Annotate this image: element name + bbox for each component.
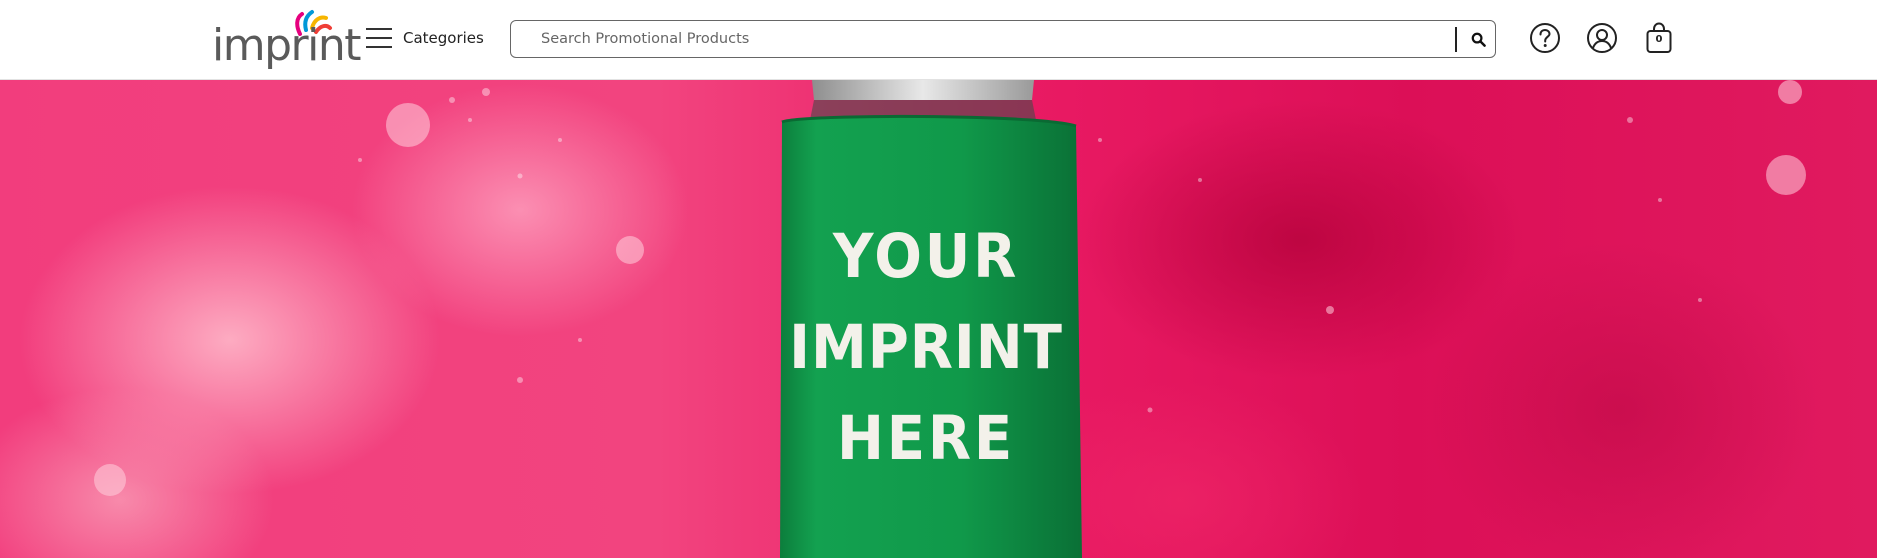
- search-button[interactable]: [1461, 23, 1495, 55]
- user-circle-icon: [1587, 23, 1617, 53]
- hamburger-menu-icon: [366, 28, 392, 48]
- hero-banner[interactable]: YOUR IMPRINT HERE: [0, 80, 1877, 558]
- cart-button[interactable]: 0: [1642, 20, 1676, 56]
- categories-menu-button[interactable]: Categories: [365, 24, 484, 52]
- site-header: imprint Categories Search Promotional Pr…: [0, 0, 1877, 80]
- search-icon: [1471, 32, 1486, 47]
- account-button[interactable]: [1585, 20, 1619, 56]
- imprint-text-line-2: IMPRINT: [789, 312, 1063, 383]
- logo-text: imprint: [212, 20, 361, 71]
- cart-count-badge: 0: [1655, 34, 1663, 45]
- imprint-text-line-3: HERE: [837, 403, 1015, 474]
- search-bar: [510, 20, 1496, 58]
- search-input[interactable]: [512, 22, 1452, 56]
- categories-label: Categories: [403, 29, 484, 47]
- search-divider: [1455, 27, 1457, 52]
- question-circle-icon: [1530, 23, 1560, 53]
- imprint-logo[interactable]: imprint: [212, 8, 361, 70]
- help-button[interactable]: [1528, 20, 1562, 56]
- imprint-text-line-1: YOUR: [832, 221, 1020, 292]
